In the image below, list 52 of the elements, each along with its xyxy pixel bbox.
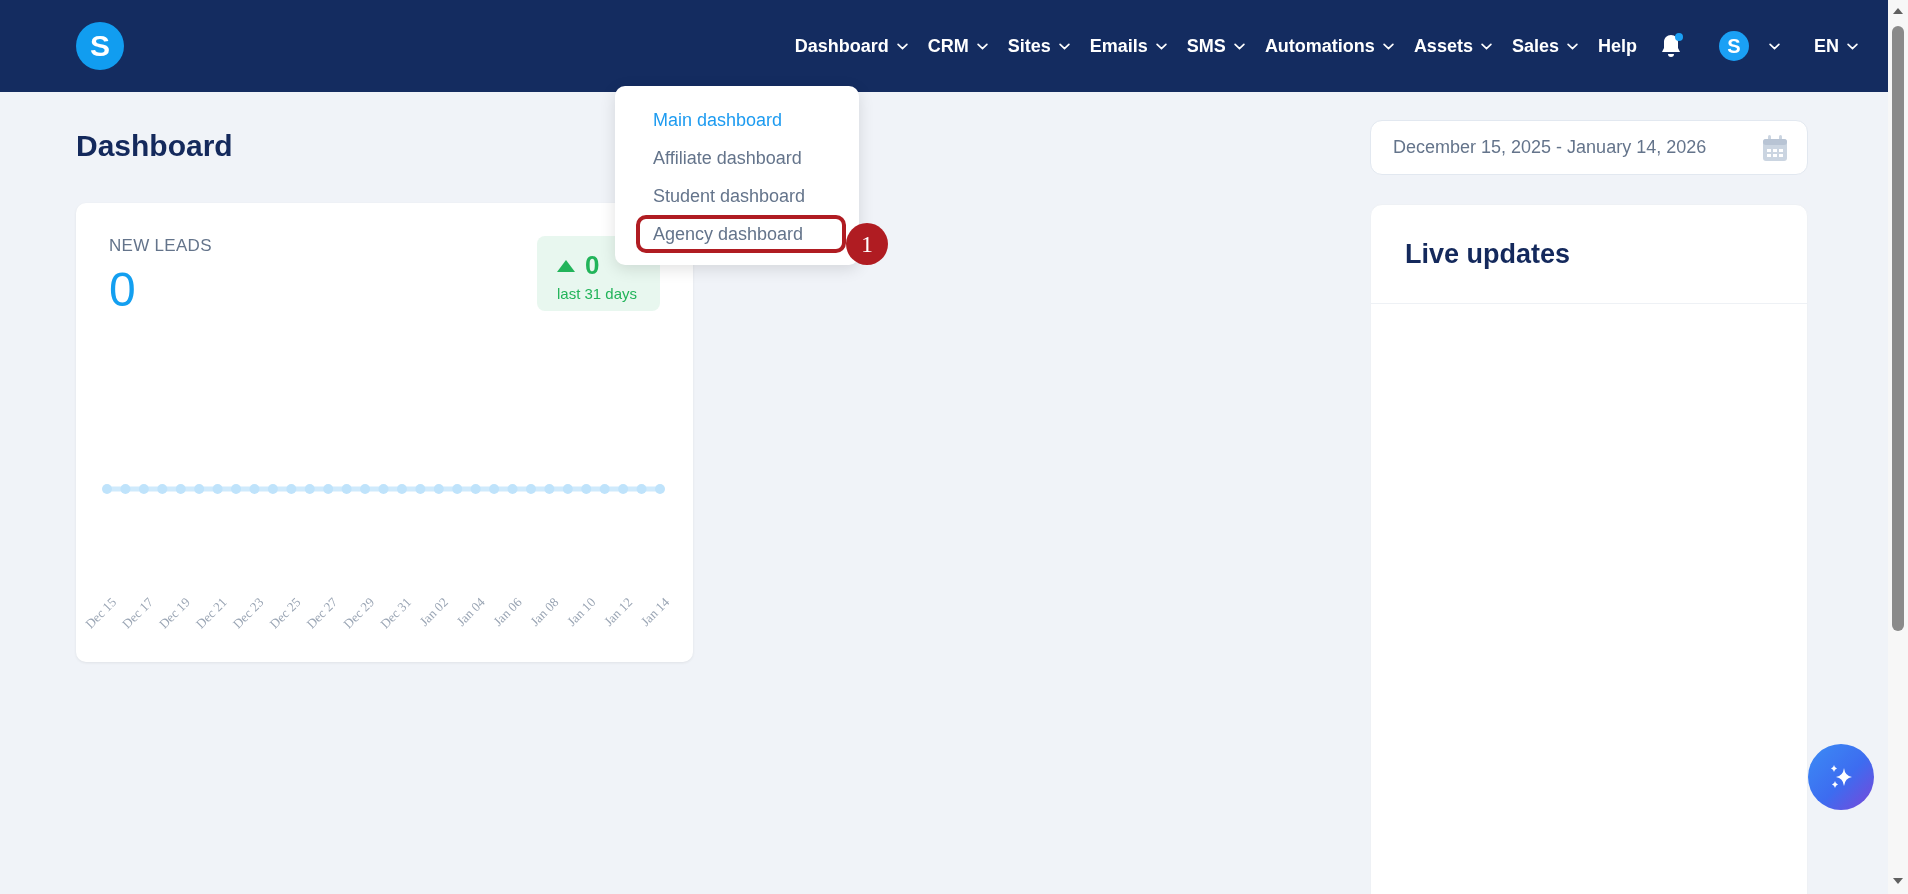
nav-menu-item[interactable]: SMS (1186, 35, 1245, 57)
x-axis-label: Dec 19 (155, 594, 193, 632)
page-title: Dashboard (76, 129, 233, 164)
chevron-down-icon (1058, 42, 1070, 50)
x-axis-label: Dec 29 (340, 594, 378, 632)
date-range-field[interactable]: December 15, 2025 - January 14, 2026 (1370, 120, 1808, 175)
panel-title: Live updates (1405, 238, 1571, 270)
x-axis-label: Dec 17 (119, 594, 156, 632)
x-axis-label: Jan 02 (416, 594, 451, 629)
chevron-down-icon (1847, 42, 1858, 50)
nav-menu-item[interactable]: CRM (927, 35, 988, 57)
nav-menu-item[interactable]: Automations (1264, 35, 1394, 57)
language-selector[interactable]: EN (1814, 35, 1858, 57)
chevron-down-icon (976, 42, 988, 50)
x-axis-label: Dec 23 (229, 594, 267, 632)
x-axis-label: Jan 06 (490, 594, 525, 629)
chevron-down-icon (1382, 42, 1394, 50)
nav-menu-item[interactable]: Assets (1413, 35, 1492, 57)
nav-menu-item[interactable]: Dashboard (794, 35, 908, 57)
leads-count: 0 (109, 262, 136, 317)
calendar-icon (1763, 134, 1787, 161)
chevron-down-icon (1480, 42, 1492, 50)
nav-menu-item[interactable]: Help (1597, 35, 1637, 57)
chevron-down-icon (1566, 42, 1578, 50)
nav-menu-item[interactable]: Emails (1089, 35, 1167, 57)
x-axis-label: Jan 08 (527, 594, 562, 629)
x-axis-label: Jan 12 (600, 594, 636, 629)
step-badge: 1 (846, 223, 888, 265)
x-axis-label: Dec 31 (377, 594, 415, 632)
x-axis-label: Dec 21 (192, 594, 230, 632)
x-axis-label: Jan 10 (564, 594, 599, 629)
scrollbar[interactable] (1888, 0, 1908, 894)
scroll-up-arrow-icon[interactable] (1893, 8, 1903, 14)
x-axis-label: Jan 14 (637, 594, 673, 629)
x-axis-label: Dec 27 (303, 594, 341, 632)
dropdown-item[interactable]: Affiliate dashboard (615, 143, 859, 173)
x-axis-label: Dec 25 (266, 594, 304, 632)
chevron-down-icon (1233, 42, 1245, 50)
x-axis-label: Dec 15 (82, 594, 120, 632)
nav-menu-item[interactable]: Sales (1511, 35, 1578, 57)
change-period: last 31 days (557, 285, 639, 302)
chevron-down-icon (896, 42, 908, 50)
scroll-down-arrow-icon[interactable] (1893, 878, 1903, 884)
chevron-down-icon (1155, 42, 1167, 50)
nav-menu-item[interactable]: Sites (1007, 35, 1070, 57)
dropdown-item[interactable]: Student dashboard (615, 181, 859, 211)
notification-bell-icon[interactable] (1659, 33, 1683, 59)
card-title: NEW LEADS (109, 236, 212, 256)
change-value: 0 (585, 250, 600, 281)
chevron-down-icon (1769, 42, 1780, 50)
up-triangle-icon (557, 259, 575, 272)
x-axis-label: Jan 04 (453, 594, 488, 629)
